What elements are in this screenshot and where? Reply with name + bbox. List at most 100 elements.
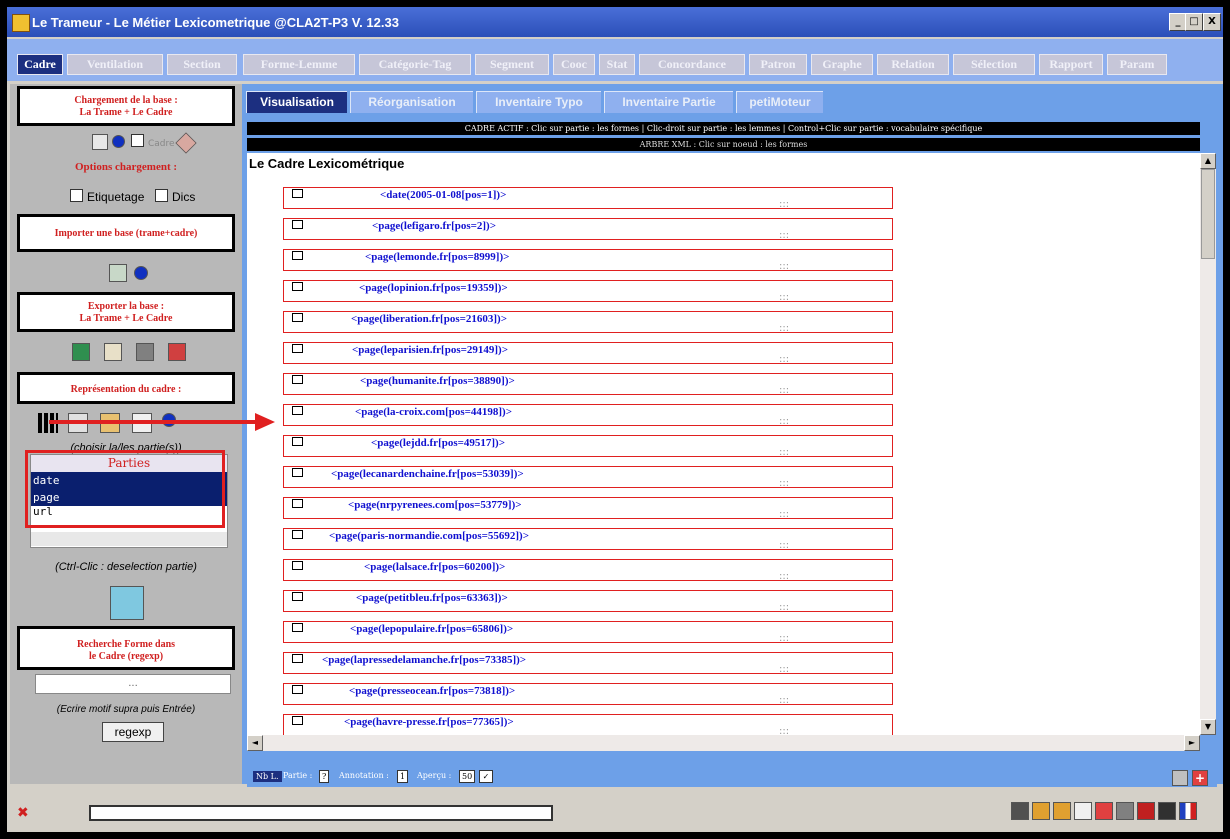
dics-checkbox[interactable] xyxy=(155,189,168,202)
close-button[interactable]: X xyxy=(1203,13,1221,31)
node-label[interactable]: <page(liberation.fr[pos=21603])> xyxy=(351,313,507,325)
tree-node-row[interactable]: <page(la-croix.com[pos=44198])>::: xyxy=(283,404,893,427)
eraser-icon[interactable] xyxy=(1172,770,1188,786)
subtab-inventaire-typo[interactable]: Inventaire Typo xyxy=(476,91,601,113)
subtab-visualisation[interactable]: Visualisation xyxy=(246,91,347,113)
tree-node-row[interactable]: <page(lejdd.fr[pos=49517])>::: xyxy=(283,435,893,458)
node-label[interactable]: <page(lapressedelamanche.fr[pos=73385])> xyxy=(322,654,526,666)
tree-node-row[interactable]: <page(havre-presse.fr[pos=77365])>::: xyxy=(283,714,893,735)
tree-node-row[interactable]: <page(liberation.fr[pos=21603])>::: xyxy=(283,311,893,334)
scroll-down-button[interactable]: ▼ xyxy=(1200,719,1216,735)
import-icon[interactable] xyxy=(109,264,127,282)
tab-section[interactable]: Section xyxy=(167,54,237,75)
edit-icon[interactable] xyxy=(1116,802,1134,820)
node-expand-box[interactable] xyxy=(292,313,303,322)
node-expand-box[interactable] xyxy=(292,468,303,477)
node-label[interactable]: <page(petitbleu.fr[pos=63363])> xyxy=(356,592,508,604)
regexp-button[interactable]: regexp xyxy=(102,722,164,742)
tab-forme-lemme[interactable]: Forme-Lemme xyxy=(243,54,355,75)
export-green-icon[interactable] xyxy=(72,343,90,361)
tab-concordance[interactable]: Concordance xyxy=(639,54,745,75)
french-flag-icon[interactable] xyxy=(1179,802,1197,820)
node-label[interactable]: <page(lejdd.fr[pos=49517])> xyxy=(371,437,505,449)
vertical-scrollbar[interactable]: ▲ ▼ xyxy=(1200,153,1216,735)
tab-rapport[interactable]: Rapport xyxy=(1039,54,1103,75)
import-info-icon[interactable] xyxy=(134,266,148,280)
node-expand-box[interactable] xyxy=(292,685,303,694)
node-expand-box[interactable] xyxy=(292,654,303,663)
plus-icon[interactable] xyxy=(1095,802,1113,820)
toolbar-icon-2[interactable] xyxy=(1032,802,1050,820)
node-label[interactable]: <page(lopinion.fr[pos=19359])> xyxy=(359,282,508,294)
partie-field[interactable]: ? xyxy=(319,770,330,783)
dics-option[interactable]: Dics xyxy=(155,189,195,204)
search-input[interactable]: ... xyxy=(35,674,231,694)
tab-segment[interactable]: Segment xyxy=(475,54,549,75)
node-expand-box[interactable] xyxy=(292,561,303,570)
tab-param[interactable]: Param xyxy=(1107,54,1167,75)
node-label[interactable]: <page(lemonde.fr[pos=8999])> xyxy=(365,251,509,263)
tree-node-row[interactable]: <page(lopinion.fr[pos=19359])>::: xyxy=(283,280,893,303)
apercu-field[interactable]: 50 xyxy=(459,770,476,783)
export-gray-icon[interactable] xyxy=(136,343,154,361)
error-icon[interactable]: ✖ xyxy=(17,805,29,821)
node-label[interactable]: <page(presseocean.fr[pos=73818])> xyxy=(349,685,515,697)
etiquetage-checkbox[interactable] xyxy=(70,189,83,202)
node-expand-box[interactable] xyxy=(292,251,303,260)
horizontal-scrollbar[interactable]: ◄ ► xyxy=(247,735,1200,751)
tab-cooc[interactable]: Cooc xyxy=(553,54,595,75)
cadre-tree-icon[interactable] xyxy=(175,132,197,154)
scroll-left-button[interactable]: ◄ xyxy=(247,735,263,751)
tab-relation[interactable]: Relation xyxy=(877,54,949,75)
open-base-icon[interactable] xyxy=(92,134,108,150)
tab-cadre[interactable]: Cadre xyxy=(17,54,63,75)
scroll-right-button[interactable]: ► xyxy=(1184,735,1200,751)
node-expand-box[interactable] xyxy=(292,375,303,384)
parts-hscrollbar[interactable] xyxy=(31,532,227,546)
add-icon[interactable]: + xyxy=(1192,770,1208,786)
node-label[interactable]: <page(lepopulaire.fr[pos=65806])> xyxy=(350,623,513,635)
tree-node-row[interactable]: <date(2005-01-08[pos=1])>::: xyxy=(283,187,893,210)
node-expand-box[interactable] xyxy=(292,282,303,291)
tree-node-row[interactable]: <page(petitbleu.fr[pos=63363])>::: xyxy=(283,590,893,613)
help-icon[interactable] xyxy=(1074,802,1092,820)
tab-ventilation[interactable]: Ventilation xyxy=(67,54,163,75)
node-expand-box[interactable] xyxy=(292,344,303,353)
node-label[interactable]: <page(havre-presse.fr[pos=77365])> xyxy=(344,716,514,728)
tree-node-row[interactable]: <page(lefigaro.fr[pos=2])>::: xyxy=(283,218,893,241)
node-expand-box[interactable] xyxy=(292,592,303,601)
node-expand-box[interactable] xyxy=(292,437,303,446)
tree-node-row[interactable]: <page(presseocean.fr[pos=73818])>::: xyxy=(283,683,893,706)
subtab-reorganisation[interactable]: Réorganisation xyxy=(350,91,473,113)
node-label[interactable]: <page(la-croix.com[pos=44198])> xyxy=(355,406,512,418)
node-expand-box[interactable] xyxy=(292,189,303,198)
tab-categorie-tag[interactable]: Catégorie-Tag xyxy=(359,54,471,75)
tab-stat[interactable]: Stat xyxy=(599,54,635,75)
maximize-button[interactable]: □ xyxy=(1185,13,1203,31)
cadre-checkbox-box[interactable] xyxy=(131,134,144,147)
exit-icon[interactable] xyxy=(1158,802,1176,820)
export-red-icon[interactable] xyxy=(168,343,186,361)
tree-node-row[interactable]: <page(lapressedelamanche.fr[pos=73385])>… xyxy=(283,652,893,675)
toolbar-icon-3[interactable] xyxy=(1053,802,1071,820)
cadre-checkbox[interactable]: Cadre xyxy=(131,134,175,149)
part-item[interactable]: page xyxy=(31,489,227,506)
apercu-checkbox[interactable]: ✓ xyxy=(479,770,493,783)
node-expand-box[interactable] xyxy=(292,220,303,229)
node-label[interactable]: <page(leparisien.fr[pos=29149])> xyxy=(352,344,508,356)
node-label[interactable]: <page(paris-normandie.com[pos=55692])> xyxy=(329,530,529,542)
node-label[interactable]: <page(lalsace.fr[pos=60200])> xyxy=(364,561,505,573)
parts-list[interactable]: Parties date page url xyxy=(30,454,228,548)
node-expand-box[interactable] xyxy=(292,499,303,508)
tree-node-row[interactable]: <page(leparisien.fr[pos=29149])>::: xyxy=(283,342,893,365)
export-edit-icon[interactable] xyxy=(104,343,122,361)
node-expand-box[interactable] xyxy=(292,406,303,415)
subtab-inventaire-partie[interactable]: Inventaire Partie xyxy=(604,91,733,113)
scroll-up-button[interactable]: ▲ xyxy=(1200,153,1216,169)
subtab-petimoteur[interactable]: petiMoteur xyxy=(736,91,823,113)
tab-patron[interactable]: Patron xyxy=(749,54,807,75)
toolbar-icon-1[interactable] xyxy=(1011,802,1029,820)
node-label[interactable]: <page(lecanardenchaine.fr[pos=53039])> xyxy=(331,468,524,480)
part-item[interactable]: date xyxy=(31,472,227,489)
annotation-field[interactable]: 1 xyxy=(397,770,409,783)
